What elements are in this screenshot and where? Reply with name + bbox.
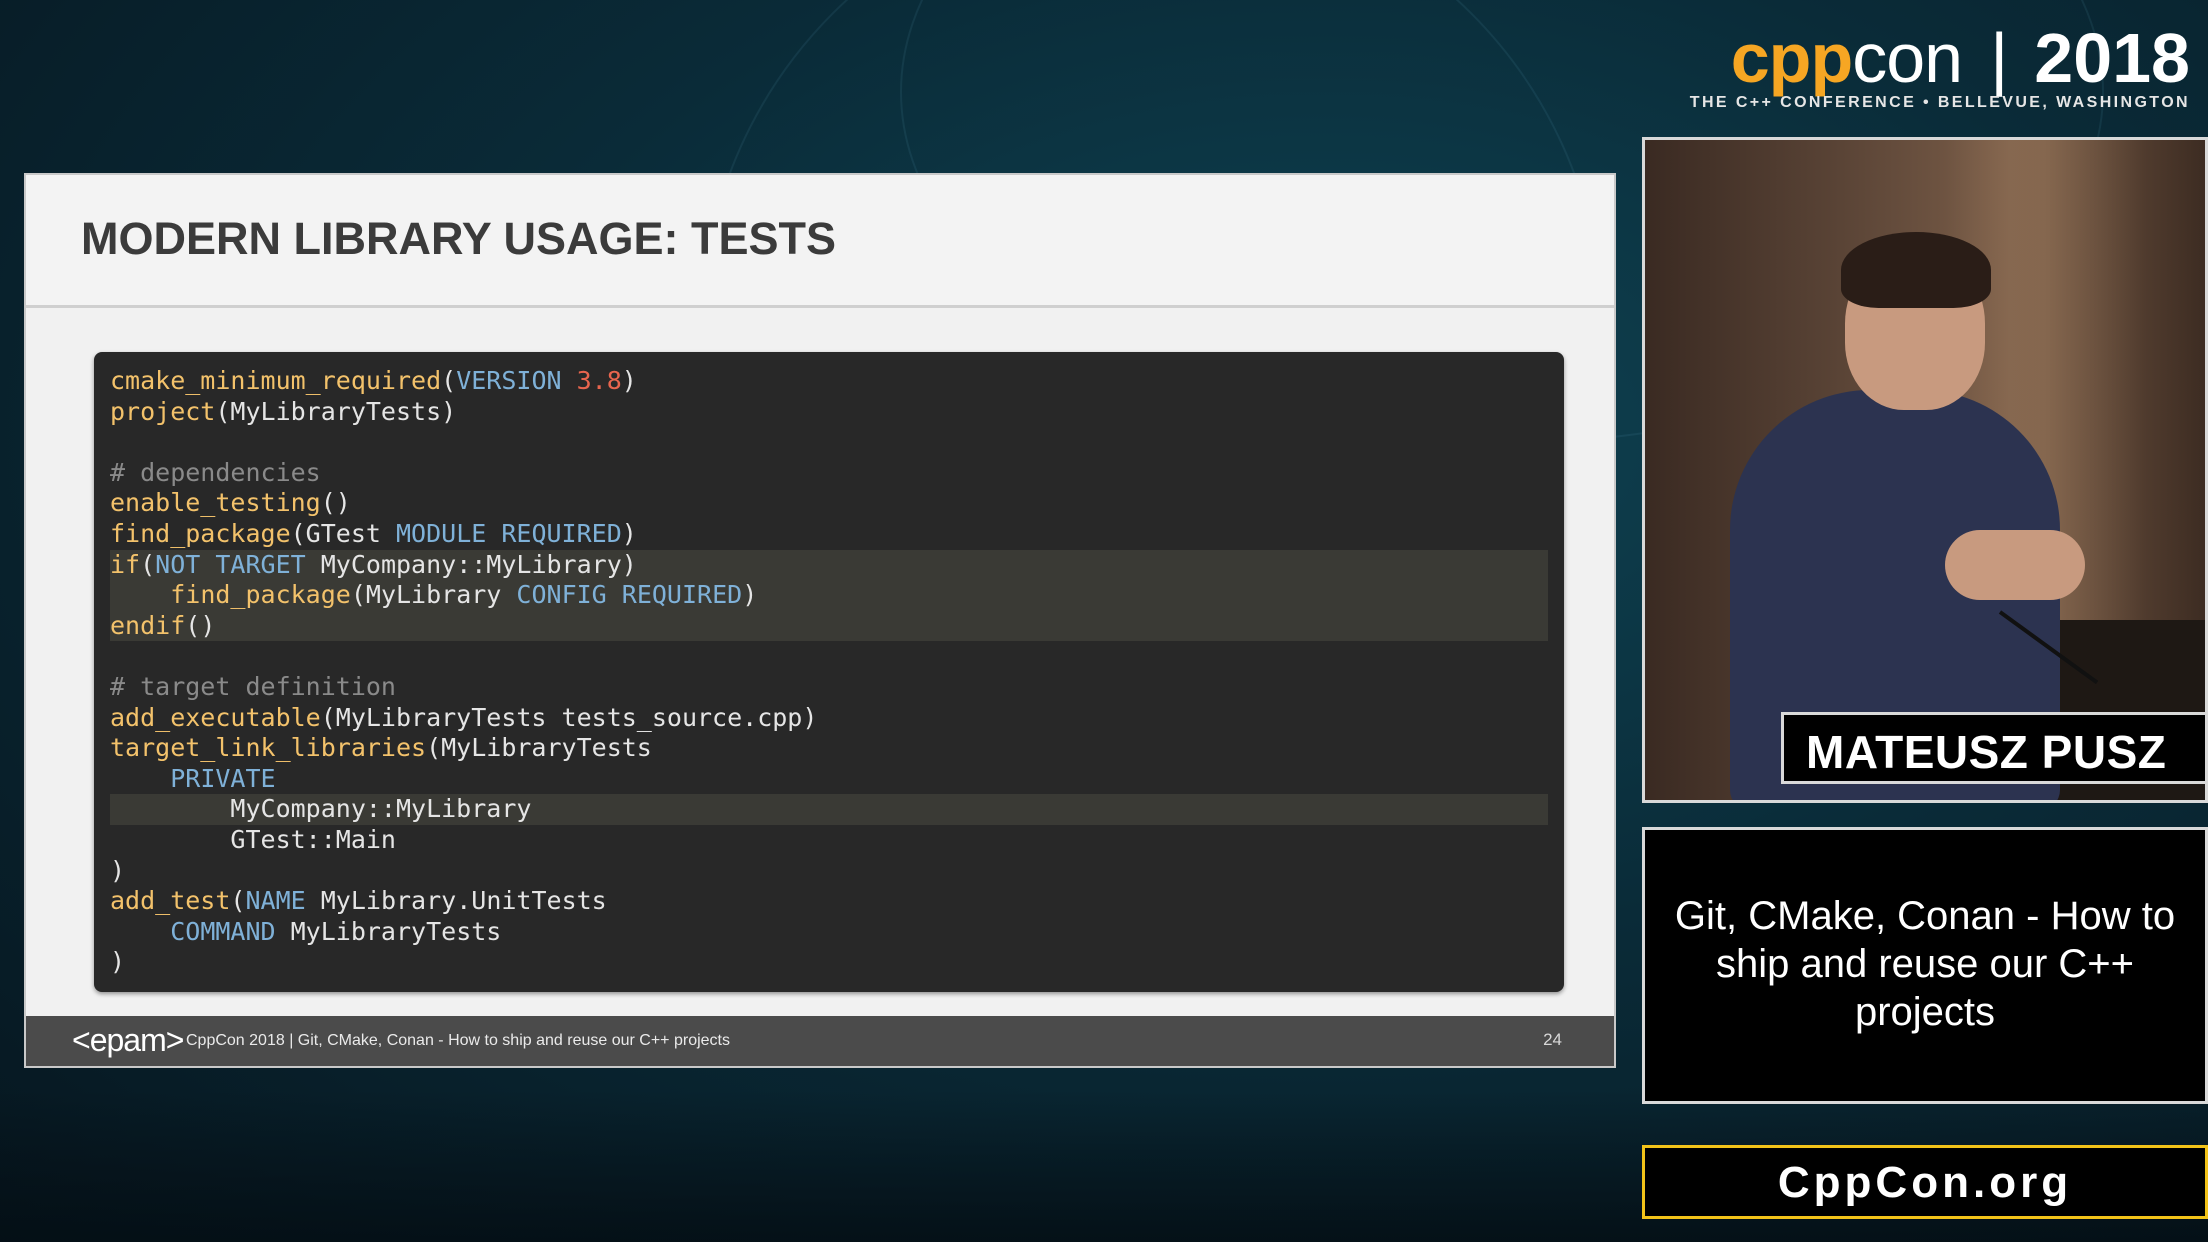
code-line: cmake_minimum_required(VERSION 3.8) xyxy=(110,366,1548,397)
code-token: ) xyxy=(621,366,637,395)
code-token: MyLibraryTests xyxy=(275,916,502,946)
code-token: MyLibrary.UnitTests xyxy=(305,886,607,916)
slide-header: MODERN LIBRARY USAGE: TESTS xyxy=(26,175,1614,308)
code-token: if xyxy=(110,549,141,579)
code-line: ) xyxy=(110,947,1548,978)
code-line: add_test(NAME MyLibrary.UnitTests xyxy=(110,886,1548,917)
code-token: MyCompany::MyLibrary) xyxy=(305,549,637,579)
code-token: find_package xyxy=(110,518,291,548)
code-token: endif xyxy=(110,610,186,640)
cppcon-logo: cpp con | 2018 THE C++ CONFERENCE • BELLEVU… xyxy=(1670,18,2190,118)
code-token: (MyLibraryTests xyxy=(426,733,652,763)
code-token: (MyLibrary xyxy=(350,580,517,610)
speaker-name: MATEUSZ PUSZ xyxy=(1806,726,2167,778)
code-token: add_test xyxy=(110,886,231,916)
code-token: ) xyxy=(742,580,758,610)
logo-cpp-text: cpp xyxy=(1730,19,1853,97)
code-line: project(MyLibraryTests) xyxy=(110,397,1548,428)
talk-title: Git, CMake, Conan - How to ship and reus… xyxy=(1674,894,2176,1034)
code-token: target_link_libraries xyxy=(110,733,427,763)
code-line: if(NOT TARGET MyCompany::MyLibrary) xyxy=(110,550,1548,581)
speaker-video: MATEUSZ PUSZ xyxy=(1642,137,2208,803)
code-text: cmake_minimum_required(VERSION 3.8) proje… xyxy=(110,366,1548,978)
speaker-hair xyxy=(1841,232,1991,308)
code-token: PRIVATE xyxy=(170,763,276,793)
website-box: CppCon.org xyxy=(1642,1145,2208,1219)
website-label: CppCon.org xyxy=(1777,1158,2073,1207)
code-token: # dependencies xyxy=(110,457,321,487)
code-line: # target definition xyxy=(110,672,1548,703)
code-token: ( xyxy=(230,886,246,916)
code-token: find_package xyxy=(170,580,351,610)
code-token: MyCompany::MyLibrary xyxy=(110,794,532,824)
code-token: MODULE REQUIRED xyxy=(395,518,622,548)
code-token: GTest::Main xyxy=(110,824,396,854)
code-line: target_link_libraries(MyLibraryTests xyxy=(110,733,1548,764)
code-line: ) xyxy=(110,856,1548,887)
speaker-arm xyxy=(1945,530,2085,600)
code-token: cmake_minimum_required xyxy=(110,366,442,395)
code-token: (MyLibraryTests tests_source.cpp) xyxy=(320,702,818,732)
code-token: 3.8 xyxy=(576,366,622,395)
code-token: project xyxy=(110,396,216,426)
presentation-slide: MODERN LIBRARY USAGE: TESTS cmake_minimu… xyxy=(24,173,1616,1068)
epam-logo: <epam> xyxy=(72,1022,184,1058)
logo-year: 2018 xyxy=(2034,19,2190,97)
code-token: (MyLibraryTests) xyxy=(215,396,457,426)
code-line: find_package(GTest MODULE REQUIRED) xyxy=(110,519,1548,550)
slide-page-number: 24 xyxy=(1543,1030,1562,1049)
code-token: add_executable xyxy=(110,702,321,732)
code-token: ( xyxy=(140,549,156,579)
code-token: ( xyxy=(441,366,457,395)
code-token: () xyxy=(185,610,216,640)
logo-con-text: con xyxy=(1852,19,1963,97)
code-token: ) xyxy=(110,855,126,885)
code-line: endif() xyxy=(110,611,1548,642)
code-token: () xyxy=(320,488,351,518)
code-token: # target definition xyxy=(110,671,396,701)
code-token: (GTest xyxy=(290,518,396,548)
footer-caption: CppCon 2018 | Git, CMake, Conan - How to… xyxy=(186,1032,730,1049)
code-line: enable_testing() xyxy=(110,488,1548,519)
talk-title-box: Git, CMake, Conan - How to ship and reus… xyxy=(1642,827,2208,1104)
code-token: NAME xyxy=(245,886,306,916)
code-line: find_package(MyLibrary CONFIG REQUIRED) xyxy=(110,580,1548,611)
code-line: MyCompany::MyLibrary xyxy=(110,794,1548,825)
code-token: NOT TARGET xyxy=(155,549,306,579)
code-block: cmake_minimum_required(VERSION 3.8) proje… xyxy=(94,352,1564,992)
code-token: ) xyxy=(110,947,126,977)
speaker-name-bar: MATEUSZ PUSZ xyxy=(1781,712,2205,784)
slide-title: MODERN LIBRARY USAGE: TESTS xyxy=(81,213,837,264)
code-token: COMMAND xyxy=(170,916,276,946)
logo-separator: | xyxy=(1990,19,2009,97)
code-token: CONFIG REQUIRED xyxy=(516,580,743,610)
code-token: VERSION xyxy=(456,366,562,395)
code-line: PRIVATE xyxy=(110,764,1548,795)
conference-tagline: THE C++ CONFERENCE • BELLEVUE, WASHINGTO… xyxy=(1689,94,2190,111)
code-token: enable_testing xyxy=(110,488,321,518)
code-token: ) xyxy=(621,518,637,548)
code-line: add_executable(MyLibraryTests tests_sour… xyxy=(110,703,1548,734)
code-line: COMMAND MyLibraryTests xyxy=(110,917,1548,948)
slide-footer: <epam> CppCon 2018 | Git, CMake, Conan -… xyxy=(26,1016,1614,1066)
code-line: GTest::Main xyxy=(110,825,1548,856)
code-line: # dependencies xyxy=(110,458,1548,489)
